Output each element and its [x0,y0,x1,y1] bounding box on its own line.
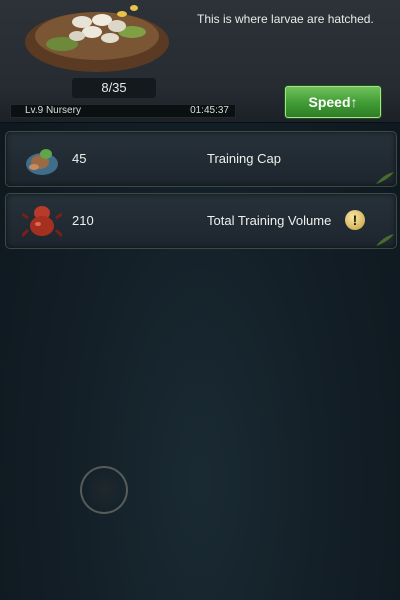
level-label: Lv.9 Nursery [25,105,81,116]
total-training-volume-label: Total Training Volume [207,213,332,228]
speed-up-button[interactable]: Speed↑ [285,86,381,118]
total-training-volume-value: 210 [72,213,94,228]
leaf-decoration-icon [376,234,394,246]
larva-icon [26,149,58,175]
soldier-ant-icon [22,206,62,238]
total-training-volume-row: 210 Total Training Volume ! [5,193,397,249]
training-cap-value: 45 [72,151,87,166]
virtual-joystick[interactable] [80,466,128,514]
info-icon[interactable]: ! [345,210,365,230]
nursery-header-panel: This is where larvae are hatched. 8/35 L… [0,0,400,123]
timer: 01:45:37 [190,105,229,116]
level-timer-bar: Lv.9 Nursery 01:45:37 [10,104,236,118]
training-cap-label: Training Cap [207,151,281,166]
training-cap-row: 45 Training Cap [5,131,397,187]
nursery-description: This is where larvae are hatched. [197,12,374,26]
leaf-decoration-icon [376,172,394,184]
nursery-nest-image [25,5,169,72]
larvae-count: 8/35 [72,78,156,98]
